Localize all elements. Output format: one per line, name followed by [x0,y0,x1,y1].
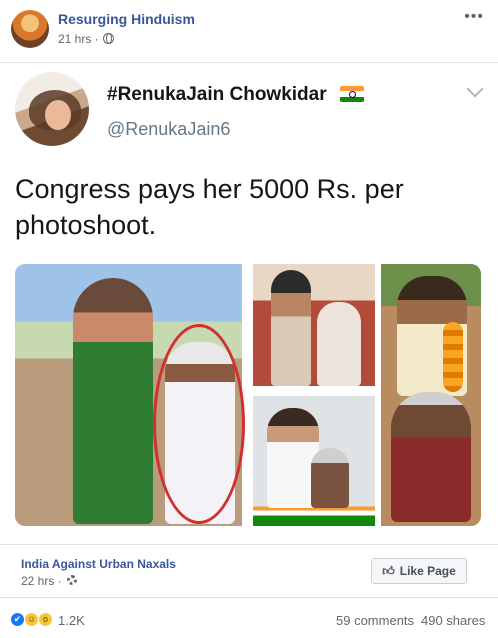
india-flag-icon [340,86,364,102]
globe-icon [103,33,114,44]
page-name-link[interactable]: Resurging Hinduism [58,11,195,27]
tweet-handle: @RenukaJain6 [107,119,231,139]
like-page-label: Like Page [399,564,456,578]
page-avatar[interactable] [11,10,49,48]
highlight-circle [153,324,245,524]
post-timestamp[interactable]: 21 hrs · [58,32,99,46]
shares-count-link[interactable]: 490 shares [421,613,485,628]
photo-bottom-middle [253,396,375,526]
shared-timestamp[interactable]: 22 hrs · [21,574,62,588]
shared-tweet-image[interactable]: #RenukaJain Chowkidar @RenukaJain6 Congr… [0,62,498,544]
reaction-count[interactable]: 1.2K [58,613,85,628]
tweet-text: Congress pays her 5000 Rs. per photoshoo… [15,174,404,240]
post-footer: ✔ ☺ o 1.2K 59 comments 490 shares [0,598,498,638]
shared-page-name-link[interactable]: India Against Urban Naxals [21,557,176,571]
photo-top-middle [253,264,375,386]
chevron-down-icon [466,80,484,98]
wow-reaction-icon[interactable]: o [38,612,53,627]
gear-icon [67,575,77,585]
photo-main [15,264,245,526]
like-reaction-icon[interactable]: ✔ [10,612,25,627]
comments-count-link[interactable]: 59 comments [336,613,414,628]
more-options-icon[interactable]: ••• [464,8,484,26]
photo-right [381,264,481,526]
tweet-avatar [15,72,89,146]
shared-from-bar: India Against Urban Naxals 22 hrs · 👍︎ L… [0,544,498,598]
haha-reaction-icon[interactable]: ☺ [24,612,39,627]
like-page-button[interactable]: 👍︎ Like Page [371,558,467,584]
post-header: Resurging Hinduism 21 hrs · ••• [0,0,498,56]
tweet-photo-grid [15,264,481,526]
thumbs-up-icon: 👍︎ [382,563,395,578]
tweet-display-name: #RenukaJain Chowkidar [107,84,327,105]
